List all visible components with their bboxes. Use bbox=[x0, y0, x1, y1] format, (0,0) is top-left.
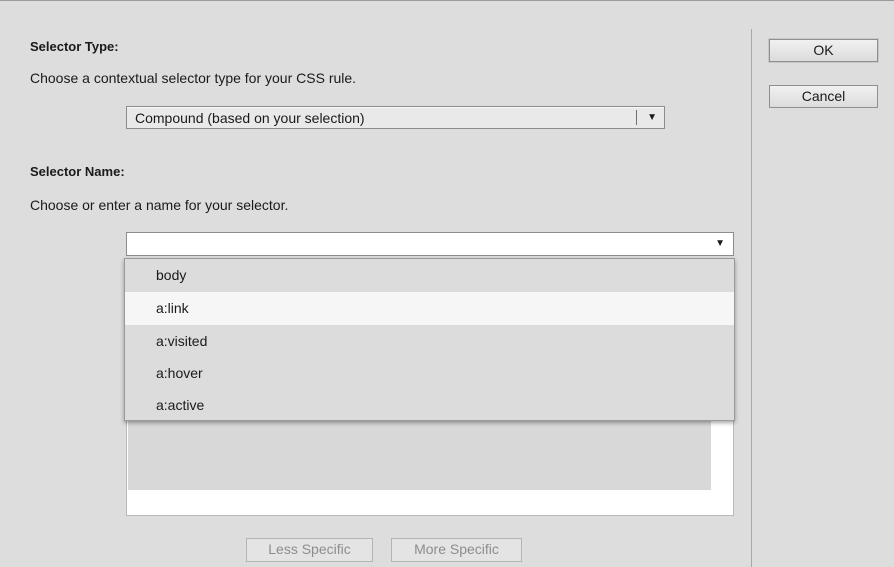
selector-type-value: Compound (based on your selection) bbox=[135, 110, 365, 126]
dropdown-option-a-active[interactable]: a:active bbox=[125, 389, 734, 422]
selector-type-select[interactable]: Compound (based on your selection) ▼ bbox=[126, 106, 665, 129]
dropdown-option-body[interactable]: body bbox=[125, 259, 734, 292]
selector-name-combobox[interactable]: ▼ bbox=[126, 232, 734, 256]
selector-type-heading: Selector Type: bbox=[30, 39, 119, 54]
vertical-divider bbox=[751, 29, 752, 567]
selector-name-instruction: Choose or enter a name for your selector… bbox=[30, 197, 289, 213]
selector-description-panel bbox=[126, 411, 734, 516]
chevron-down-icon: ▼ bbox=[647, 112, 657, 123]
chevron-down-icon[interactable]: ▼ bbox=[715, 237, 725, 251]
dropdown-option-a-visited[interactable]: a:visited bbox=[125, 325, 734, 358]
selector-name-heading: Selector Name: bbox=[30, 164, 125, 179]
cancel-button[interactable]: Cancel bbox=[769, 85, 878, 108]
selector-name-input[interactable] bbox=[129, 235, 707, 253]
dropdown-option-a-hover[interactable]: a:hover bbox=[125, 357, 734, 390]
new-css-rule-dialog: Selector Type: Choose a contextual selec… bbox=[0, 0, 894, 567]
selector-name-dropdown-list: body a:link a:visited a:hover a:active bbox=[124, 258, 735, 421]
selector-description-area bbox=[128, 412, 711, 490]
ok-button[interactable]: OK bbox=[769, 39, 878, 62]
select-separator bbox=[636, 110, 637, 125]
selector-type-instruction: Choose a contextual selector type for yo… bbox=[30, 70, 357, 86]
dropdown-option-a-link[interactable]: a:link bbox=[125, 292, 734, 325]
less-specific-button[interactable]: Less Specific bbox=[246, 538, 373, 562]
more-specific-button[interactable]: More Specific bbox=[391, 538, 522, 562]
